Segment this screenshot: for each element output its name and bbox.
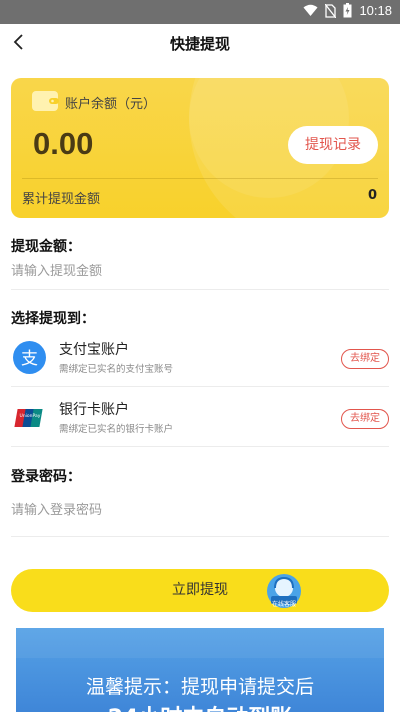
login-password-input[interactable]	[11, 497, 389, 523]
wallet-icon	[32, 91, 59, 111]
divider	[11, 536, 389, 537]
total-withdrawn-value: 0	[367, 188, 377, 203]
withdraw-now-button[interactable]: 立即提现	[11, 569, 389, 612]
status-time: 10:18	[359, 3, 392, 18]
status-icons: 10:18	[303, 3, 392, 18]
banner-tip: 温馨提示：提现申请提交后	[85, 676, 314, 698]
withdraw-amount-input[interactable]	[11, 258, 389, 284]
unionpay-icon: UnionPay	[14, 409, 43, 427]
bank-card-account-row[interactable]: UnionPay 银行卡账户 需绑定已实名的银行卡账户 去绑定	[0, 394, 400, 440]
status-bar: 10:18	[0, 0, 400, 24]
balance-label: 账户余额（元）	[65, 97, 157, 112]
divider	[11, 289, 389, 290]
promo-banner[interactable]: 温馨提示：提现申请提交后 24小时内自动到账	[16, 628, 384, 712]
divider	[11, 446, 389, 447]
banner-decoration	[16, 628, 384, 658]
alipay-icon: 支	[13, 341, 46, 374]
withdraw-amount-title: 提现金额：	[11, 239, 81, 255]
no-sim-icon	[325, 3, 337, 18]
bank-card-name: 银行卡账户	[59, 402, 129, 418]
wifi-icon	[303, 4, 318, 16]
header-bar: 快捷提现	[0, 24, 400, 64]
login-password-title: 登录密码：	[11, 469, 81, 485]
banner-tip-secondary: 24小时内自动到账	[16, 700, 384, 712]
customer-service-button[interactable]: 在线客服	[266, 573, 302, 609]
withdraw-record-button[interactable]: 提现记录	[288, 126, 378, 164]
total-withdrawn-label: 累计提现金额	[22, 192, 101, 207]
alipay-name: 支付宝账户	[59, 342, 129, 358]
battery-icon	[343, 3, 352, 18]
balance-card: 账户余额（元） 0.00 提现记录 累计提现金额 0	[11, 78, 389, 218]
divider	[11, 386, 389, 387]
svg-text:支: 支	[21, 349, 38, 369]
page-title: 快捷提现	[169, 35, 230, 53]
card-divider	[22, 178, 378, 179]
withdraw-to-title: 选择提现到：	[11, 311, 95, 327]
bind-alipay-button[interactable]: 去绑定	[341, 349, 389, 369]
alipay-desc: 需绑定已实名的支付宝账号	[59, 364, 174, 375]
bank-card-desc: 需绑定已实名的银行卡账户	[59, 424, 174, 435]
customer-service-label: 在线客服	[271, 601, 296, 608]
balance-amount: 0.00	[33, 126, 94, 161]
alipay-account-row[interactable]: 支 支付宝账户 需绑定已实名的支付宝账号 去绑定	[0, 334, 400, 380]
bind-bank-card-button[interactable]: 去绑定	[341, 409, 389, 429]
svg-text:UnionPay: UnionPay	[20, 413, 41, 419]
